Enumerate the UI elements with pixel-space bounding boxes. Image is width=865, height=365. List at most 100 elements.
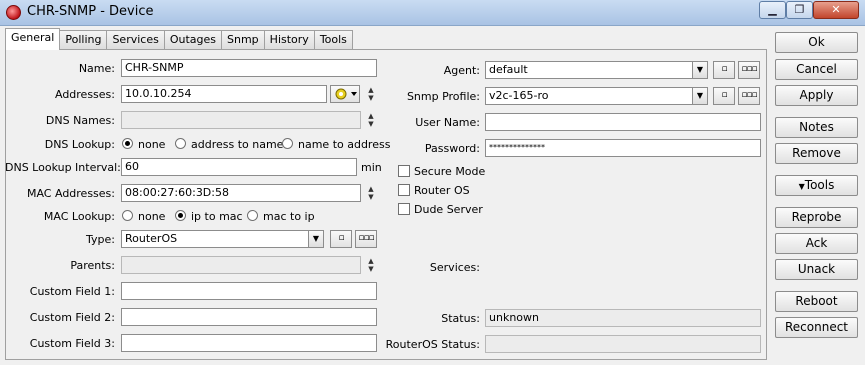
type-dropdown-arrow[interactable]: ▼ (308, 230, 324, 248)
dns-lookup-interval-label: DNS Lookup Interval: (5, 161, 121, 174)
remove-button[interactable]: Remove (775, 143, 858, 164)
close-button[interactable]: ✕ (813, 1, 859, 19)
type-select[interactable]: RouterOS (121, 230, 309, 248)
password-label: Password: (424, 142, 480, 155)
dns-lookup-name-to-address-label: name to address (298, 138, 391, 151)
tab-bar: General Polling Services Outages Snmp Hi… (5, 28, 353, 50)
ack-button[interactable]: Ack (775, 233, 858, 254)
mac-lookup-none-radio[interactable] (122, 210, 133, 221)
dns-lookup-interval-field[interactable]: 60 (121, 158, 357, 176)
dns-lookup-name-to-address-radio[interactable] (282, 138, 293, 149)
snmp-profile-edit-button[interactable]: ▫ (713, 87, 735, 105)
router-os-checkbox[interactable] (398, 184, 410, 196)
up-arrow-icon[interactable]: ▲ (365, 185, 377, 193)
minimize-button[interactable]: ▁ (759, 1, 786, 19)
down-arrow-icon[interactable]: ▼ (365, 94, 377, 102)
mac-addresses-label: MAC Addresses: (26, 187, 115, 200)
snmp-profile-label: Snmp Profile: (406, 90, 480, 103)
mac-lookup-none-label: none (138, 210, 166, 223)
dns-lookup-none-radio[interactable] (122, 138, 133, 149)
apply-button[interactable]: Apply (775, 85, 858, 106)
tab-polling[interactable]: Polling (59, 30, 108, 50)
custom-field-2-label: Custom Field 2: (29, 311, 115, 324)
dns-names-updown[interactable]: ▲ ▼ (365, 112, 377, 130)
status-label: Status: (441, 312, 480, 325)
type-edit-button[interactable]: ▫ (330, 230, 352, 248)
name-label: Name: (78, 62, 115, 75)
down-arrow-icon[interactable]: ▼ (365, 120, 377, 128)
reboot-button[interactable]: Reboot (775, 291, 858, 312)
addresses-field[interactable]: 10.0.10.254 (121, 85, 327, 103)
reconnect-button[interactable]: Reconnect (775, 317, 858, 338)
dude-server-checkbox[interactable] (398, 203, 410, 215)
parents-label: Parents: (70, 259, 115, 272)
type-list-button[interactable]: ▫▫▫ (355, 230, 377, 248)
secure-mode-label: Secure Mode (414, 165, 486, 178)
addresses-updown[interactable]: ▲ ▼ (365, 86, 377, 104)
tab-general[interactable]: General (5, 28, 61, 50)
dns-names-label: DNS Names: (45, 114, 115, 127)
reprobe-button[interactable]: Reprobe (775, 207, 858, 228)
agent-list-button[interactable]: ▫▫▫ (738, 61, 760, 79)
dns-lookup-none-label: none (138, 138, 166, 151)
name-field[interactable]: CHR-SNMP (121, 59, 377, 77)
mac-lookup-ip-to-mac-radio[interactable] (175, 210, 186, 221)
unack-button[interactable]: Unack (775, 259, 858, 280)
snmp-profile-list-button[interactable]: ▫▫▫ (738, 87, 760, 105)
tab-tools[interactable]: Tools (313, 30, 353, 50)
agent-dropdown-arrow[interactable]: ▼ (692, 61, 708, 79)
app-icon (6, 5, 21, 20)
snmp-profile-dropdown-arrow[interactable]: ▼ (692, 87, 708, 105)
dns-lookup-address-to-name-label: address to name (191, 138, 284, 151)
dns-lookup-label: DNS Lookup: (44, 138, 115, 151)
window-title: CHR-SNMP - Device (27, 4, 154, 19)
mac-addresses-updown[interactable]: ▲ ▼ (365, 185, 377, 203)
user-name-label: User Name: (415, 116, 480, 129)
custom-field-1-label: Custom Field 1: (29, 285, 115, 298)
services-label: Services: (429, 261, 480, 274)
mac-lookup-mac-to-ip-radio[interactable] (247, 210, 258, 221)
mac-lookup-label: MAC Lookup: (43, 210, 115, 223)
tab-outages[interactable]: Outages (163, 30, 223, 50)
routeros-status-field (485, 335, 761, 353)
addresses-discover-button[interactable] (330, 85, 360, 103)
router-os-label: Router OS (414, 184, 470, 197)
tab-history[interactable]: History (263, 30, 315, 50)
notes-button[interactable]: Notes (775, 117, 858, 138)
agent-edit-button[interactable]: ▫ (713, 61, 735, 79)
down-arrow-icon[interactable]: ▼ (365, 265, 377, 273)
tools-button[interactable]: ▼Tools (775, 175, 858, 196)
up-arrow-icon[interactable]: ▲ (365, 112, 377, 120)
up-arrow-icon[interactable]: ▲ (365, 257, 377, 265)
agent-select[interactable]: default (485, 61, 693, 79)
type-label: Type: (86, 233, 115, 246)
parents-field[interactable] (121, 256, 361, 274)
up-arrow-icon[interactable]: ▲ (365, 86, 377, 94)
tab-snmp[interactable]: Snmp (221, 30, 265, 50)
dns-names-field[interactable] (121, 111, 361, 129)
parents-updown[interactable]: ▲ ▼ (365, 257, 377, 275)
tab-services[interactable]: Services (106, 30, 165, 50)
custom-field-2-input[interactable] (121, 308, 377, 326)
dude-server-label: Dude Server (414, 203, 483, 216)
mac-lookup-ip-to-mac-label: ip to mac (191, 210, 243, 223)
restore-button[interactable]: ❐ (786, 1, 813, 19)
tools-button-label: Tools (804, 178, 835, 192)
user-name-field[interactable] (485, 113, 761, 131)
ok-button[interactable]: Ok (775, 32, 858, 53)
mac-addresses-field[interactable]: 08:00:27:60:3D:58 (121, 184, 361, 202)
custom-field-1-input[interactable] (121, 282, 377, 300)
dns-lookup-address-to-name-radio[interactable] (175, 138, 186, 149)
mac-lookup-mac-to-ip-label: mac to ip (263, 210, 315, 223)
password-field[interactable]: ************** (485, 139, 761, 157)
gear-icon (335, 88, 357, 100)
custom-field-3-label: Custom Field 3: (29, 337, 115, 350)
secure-mode-checkbox[interactable] (398, 165, 410, 177)
routeros-status-label: RouterOS Status: (385, 338, 480, 351)
snmp-profile-select[interactable]: v2c-165-ro (485, 87, 693, 105)
agent-label: Agent: (443, 64, 480, 77)
down-arrow-icon[interactable]: ▼ (365, 193, 377, 201)
custom-field-3-input[interactable] (121, 334, 377, 352)
dns-lookup-interval-unit: min (361, 161, 382, 174)
cancel-button[interactable]: Cancel (775, 59, 858, 80)
